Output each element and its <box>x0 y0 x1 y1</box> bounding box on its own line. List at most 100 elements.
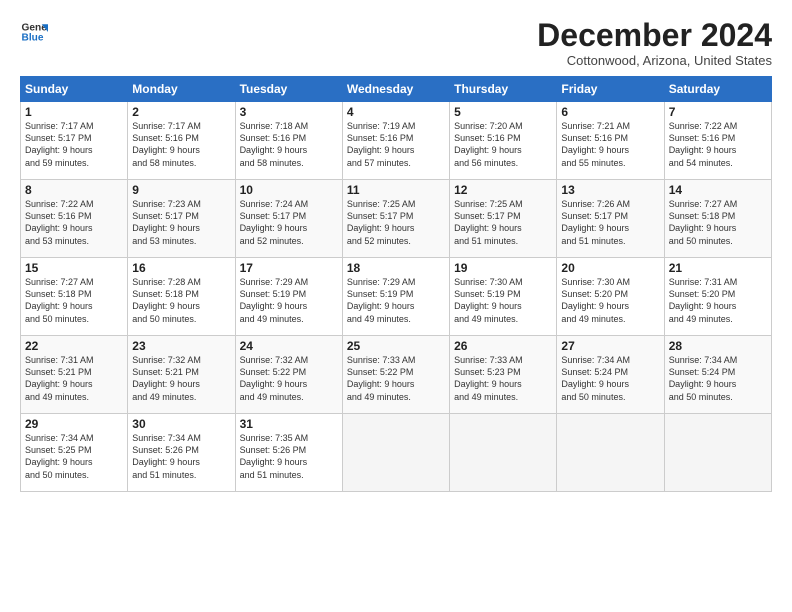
day-number: 18 <box>347 261 445 275</box>
cell-1-0: 8Sunrise: 7:22 AM Sunset: 5:16 PM Daylig… <box>21 180 128 258</box>
day-number: 28 <box>669 339 767 353</box>
cell-3-3: 25Sunrise: 7:33 AM Sunset: 5:22 PM Dayli… <box>342 336 449 414</box>
cell-0-6: 7Sunrise: 7:22 AM Sunset: 5:16 PM Daylig… <box>664 102 771 180</box>
day-number: 16 <box>132 261 230 275</box>
cell-1-5: 13Sunrise: 7:26 AM Sunset: 5:17 PM Dayli… <box>557 180 664 258</box>
day-number: 17 <box>240 261 338 275</box>
cell-3-2: 24Sunrise: 7:32 AM Sunset: 5:22 PM Dayli… <box>235 336 342 414</box>
day-info: Sunrise: 7:33 AM Sunset: 5:22 PM Dayligh… <box>347 354 445 403</box>
cell-1-1: 9Sunrise: 7:23 AM Sunset: 5:17 PM Daylig… <box>128 180 235 258</box>
col-thursday: Thursday <box>450 77 557 102</box>
header: General Blue December 2024 Cottonwood, A… <box>20 18 772 68</box>
day-number: 10 <box>240 183 338 197</box>
week-row-4: 22Sunrise: 7:31 AM Sunset: 5:21 PM Dayli… <box>21 336 772 414</box>
cell-4-6 <box>664 414 771 492</box>
day-info: Sunrise: 7:33 AM Sunset: 5:23 PM Dayligh… <box>454 354 552 403</box>
day-info: Sunrise: 7:34 AM Sunset: 5:24 PM Dayligh… <box>669 354 767 403</box>
day-number: 22 <box>25 339 123 353</box>
cell-1-3: 11Sunrise: 7:25 AM Sunset: 5:17 PM Dayli… <box>342 180 449 258</box>
day-number: 23 <box>132 339 230 353</box>
svg-text:Blue: Blue <box>22 33 44 44</box>
day-info: Sunrise: 7:28 AM Sunset: 5:18 PM Dayligh… <box>132 276 230 325</box>
cell-2-5: 20Sunrise: 7:30 AM Sunset: 5:20 PM Dayli… <box>557 258 664 336</box>
day-number: 19 <box>454 261 552 275</box>
day-info: Sunrise: 7:17 AM Sunset: 5:17 PM Dayligh… <box>25 120 123 169</box>
week-row-2: 8Sunrise: 7:22 AM Sunset: 5:16 PM Daylig… <box>21 180 772 258</box>
cell-3-5: 27Sunrise: 7:34 AM Sunset: 5:24 PM Dayli… <box>557 336 664 414</box>
cell-0-4: 5Sunrise: 7:20 AM Sunset: 5:16 PM Daylig… <box>450 102 557 180</box>
day-info: Sunrise: 7:32 AM Sunset: 5:21 PM Dayligh… <box>132 354 230 403</box>
cell-0-3: 4Sunrise: 7:19 AM Sunset: 5:16 PM Daylig… <box>342 102 449 180</box>
cell-2-3: 18Sunrise: 7:29 AM Sunset: 5:19 PM Dayli… <box>342 258 449 336</box>
page: General Blue December 2024 Cottonwood, A… <box>0 0 792 502</box>
day-info: Sunrise: 7:29 AM Sunset: 5:19 PM Dayligh… <box>240 276 338 325</box>
cell-4-0: 29Sunrise: 7:34 AM Sunset: 5:25 PM Dayli… <box>21 414 128 492</box>
cell-0-1: 2Sunrise: 7:17 AM Sunset: 5:16 PM Daylig… <box>128 102 235 180</box>
day-number: 13 <box>561 183 659 197</box>
col-wednesday: Wednesday <box>342 77 449 102</box>
cell-4-5 <box>557 414 664 492</box>
day-number: 4 <box>347 105 445 119</box>
day-number: 26 <box>454 339 552 353</box>
cell-3-0: 22Sunrise: 7:31 AM Sunset: 5:21 PM Dayli… <box>21 336 128 414</box>
col-saturday: Saturday <box>664 77 771 102</box>
day-info: Sunrise: 7:25 AM Sunset: 5:17 PM Dayligh… <box>347 198 445 247</box>
day-info: Sunrise: 7:30 AM Sunset: 5:19 PM Dayligh… <box>454 276 552 325</box>
day-info: Sunrise: 7:30 AM Sunset: 5:20 PM Dayligh… <box>561 276 659 325</box>
day-number: 11 <box>347 183 445 197</box>
day-info: Sunrise: 7:17 AM Sunset: 5:16 PM Dayligh… <box>132 120 230 169</box>
week-row-3: 15Sunrise: 7:27 AM Sunset: 5:18 PM Dayli… <box>21 258 772 336</box>
logo-icon: General Blue <box>20 18 48 46</box>
cell-3-1: 23Sunrise: 7:32 AM Sunset: 5:21 PM Dayli… <box>128 336 235 414</box>
day-number: 1 <box>25 105 123 119</box>
cell-0-2: 3Sunrise: 7:18 AM Sunset: 5:16 PM Daylig… <box>235 102 342 180</box>
cell-1-6: 14Sunrise: 7:27 AM Sunset: 5:18 PM Dayli… <box>664 180 771 258</box>
day-info: Sunrise: 7:20 AM Sunset: 5:16 PM Dayligh… <box>454 120 552 169</box>
day-number: 7 <box>669 105 767 119</box>
cell-3-4: 26Sunrise: 7:33 AM Sunset: 5:23 PM Dayli… <box>450 336 557 414</box>
cell-0-5: 6Sunrise: 7:21 AM Sunset: 5:16 PM Daylig… <box>557 102 664 180</box>
cell-4-1: 30Sunrise: 7:34 AM Sunset: 5:26 PM Dayli… <box>128 414 235 492</box>
cell-0-0: 1Sunrise: 7:17 AM Sunset: 5:17 PM Daylig… <box>21 102 128 180</box>
day-info: Sunrise: 7:22 AM Sunset: 5:16 PM Dayligh… <box>25 198 123 247</box>
day-info: Sunrise: 7:25 AM Sunset: 5:17 PM Dayligh… <box>454 198 552 247</box>
day-info: Sunrise: 7:19 AM Sunset: 5:16 PM Dayligh… <box>347 120 445 169</box>
day-number: 6 <box>561 105 659 119</box>
day-info: Sunrise: 7:21 AM Sunset: 5:16 PM Dayligh… <box>561 120 659 169</box>
title-area: December 2024 Cottonwood, Arizona, Unite… <box>537 18 772 68</box>
day-info: Sunrise: 7:24 AM Sunset: 5:17 PM Dayligh… <box>240 198 338 247</box>
day-info: Sunrise: 7:29 AM Sunset: 5:19 PM Dayligh… <box>347 276 445 325</box>
header-row: Sunday Monday Tuesday Wednesday Thursday… <box>21 77 772 102</box>
week-row-1: 1Sunrise: 7:17 AM Sunset: 5:17 PM Daylig… <box>21 102 772 180</box>
day-info: Sunrise: 7:34 AM Sunset: 5:26 PM Dayligh… <box>132 432 230 481</box>
day-info: Sunrise: 7:26 AM Sunset: 5:17 PM Dayligh… <box>561 198 659 247</box>
month-title: December 2024 <box>537 18 772 53</box>
day-info: Sunrise: 7:31 AM Sunset: 5:20 PM Dayligh… <box>669 276 767 325</box>
calendar-table: Sunday Monday Tuesday Wednesday Thursday… <box>20 76 772 492</box>
col-tuesday: Tuesday <box>235 77 342 102</box>
day-number: 31 <box>240 417 338 431</box>
logo: General Blue <box>20 18 48 46</box>
day-number: 9 <box>132 183 230 197</box>
cell-2-2: 17Sunrise: 7:29 AM Sunset: 5:19 PM Dayli… <box>235 258 342 336</box>
day-number: 14 <box>669 183 767 197</box>
day-info: Sunrise: 7:34 AM Sunset: 5:24 PM Dayligh… <box>561 354 659 403</box>
cell-2-0: 15Sunrise: 7:27 AM Sunset: 5:18 PM Dayli… <box>21 258 128 336</box>
day-info: Sunrise: 7:34 AM Sunset: 5:25 PM Dayligh… <box>25 432 123 481</box>
day-number: 8 <box>25 183 123 197</box>
day-number: 30 <box>132 417 230 431</box>
col-monday: Monday <box>128 77 235 102</box>
day-info: Sunrise: 7:23 AM Sunset: 5:17 PM Dayligh… <box>132 198 230 247</box>
cell-1-4: 12Sunrise: 7:25 AM Sunset: 5:17 PM Dayli… <box>450 180 557 258</box>
cell-4-3 <box>342 414 449 492</box>
day-number: 2 <box>132 105 230 119</box>
day-number: 20 <box>561 261 659 275</box>
cell-2-1: 16Sunrise: 7:28 AM Sunset: 5:18 PM Dayli… <box>128 258 235 336</box>
day-info: Sunrise: 7:22 AM Sunset: 5:16 PM Dayligh… <box>669 120 767 169</box>
day-number: 25 <box>347 339 445 353</box>
day-number: 24 <box>240 339 338 353</box>
col-sunday: Sunday <box>21 77 128 102</box>
day-info: Sunrise: 7:35 AM Sunset: 5:26 PM Dayligh… <box>240 432 338 481</box>
day-info: Sunrise: 7:27 AM Sunset: 5:18 PM Dayligh… <box>669 198 767 247</box>
day-info: Sunrise: 7:18 AM Sunset: 5:16 PM Dayligh… <box>240 120 338 169</box>
